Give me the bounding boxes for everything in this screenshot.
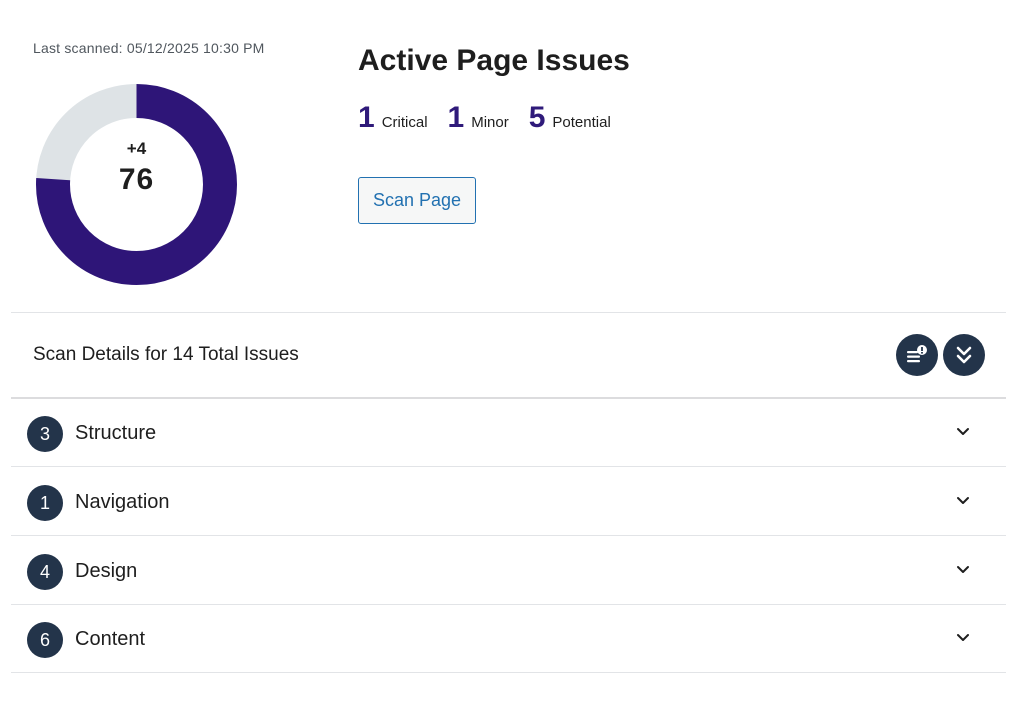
- issues-list-button[interactable]: [896, 334, 938, 376]
- issue-count-badge: 3: [27, 416, 63, 452]
- category-label: Design: [75, 560, 138, 582]
- page-title: Active Page Issues: [358, 44, 630, 77]
- score-delta: +4: [126, 139, 147, 158]
- last-scanned-text: Last scanned: 05/12/2025 10:30 PM: [33, 40, 265, 56]
- issue-count-badge: 1: [27, 485, 63, 521]
- category-row-design[interactable]: 4 Design: [11, 537, 1006, 605]
- potential-count-number: 5: [528, 101, 546, 134]
- issue-counts: 1 Critical 1 Minor 5 Potential: [358, 101, 631, 135]
- expand-all-icon: [956, 346, 972, 364]
- critical-count-label: Critical: [381, 114, 428, 131]
- issues-list-icon: [907, 345, 927, 363]
- category-row-navigation[interactable]: 1 Navigation: [11, 468, 1006, 536]
- category-label: Navigation: [75, 491, 170, 513]
- issue-count-badge: 4: [27, 554, 63, 590]
- chevron-down-icon[interactable]: [955, 564, 971, 576]
- scan-page-button[interactable]: Scan Page: [358, 177, 476, 224]
- score-gauge: +4 76: [36, 84, 237, 285]
- scan-details-header: Scan Details for 14 Total Issues: [11, 313, 1006, 397]
- category-row-structure[interactable]: 3 Structure: [11, 399, 1006, 467]
- category-label: Content: [75, 628, 146, 650]
- category-label: Structure: [75, 422, 157, 444]
- chevron-down-icon[interactable]: [955, 495, 971, 507]
- critical-count-number: 1: [358, 101, 375, 134]
- chevron-down-icon[interactable]: [955, 632, 971, 644]
- category-row-content[interactable]: 6 Content: [11, 605, 1006, 673]
- expand-all-button[interactable]: [943, 334, 985, 376]
- minor-count: 1 Minor: [448, 101, 509, 135]
- potential-count: 5 Potential: [529, 101, 611, 135]
- chevron-down-icon[interactable]: [955, 426, 971, 438]
- issue-count-badge: 6: [27, 622, 63, 658]
- critical-count: 1 Critical: [358, 101, 428, 135]
- minor-count-number: 1: [447, 101, 465, 134]
- potential-count-label: Potential: [552, 114, 611, 131]
- minor-count-label: Minor: [471, 114, 509, 131]
- score-value: 76: [118, 163, 155, 196]
- scan-details-title: Scan Details for 14 Total Issues: [33, 344, 299, 365]
